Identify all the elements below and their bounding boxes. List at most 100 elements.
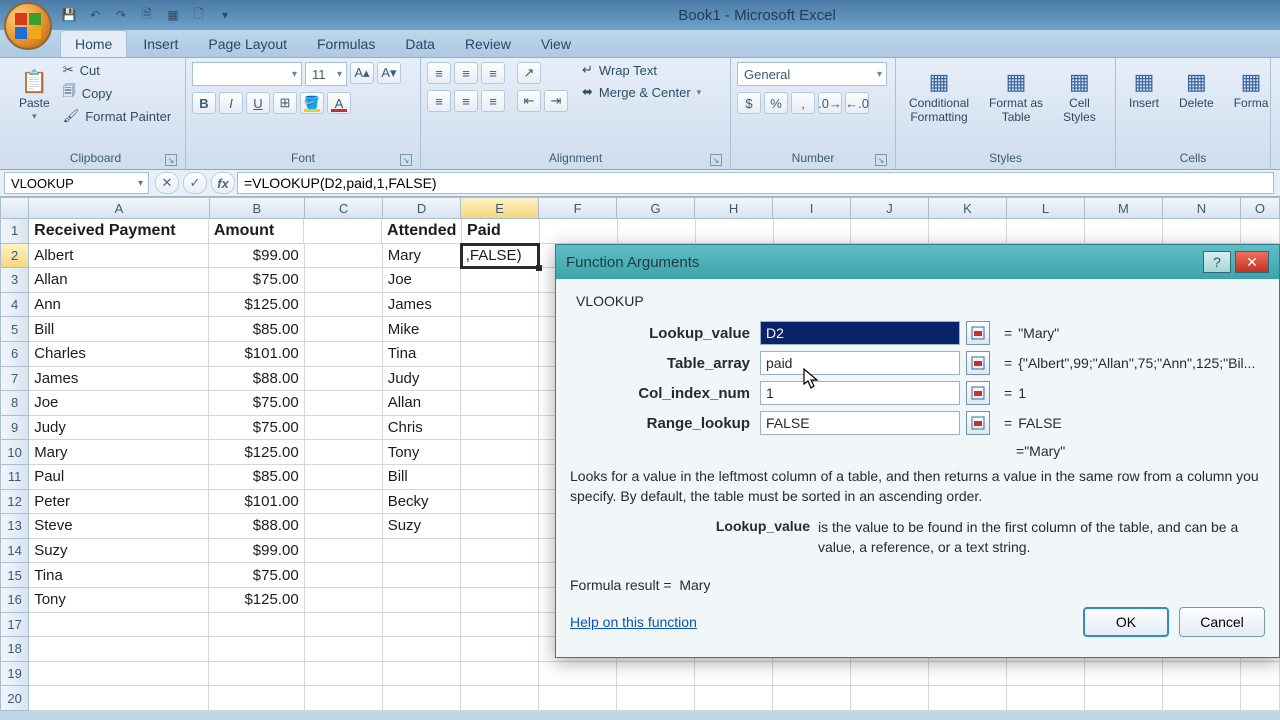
- arg-input[interactable]: D2: [760, 321, 960, 345]
- cell[interactable]: $125.00: [209, 588, 305, 613]
- row-header[interactable]: 1: [0, 219, 29, 244]
- cell[interactable]: [617, 662, 695, 687]
- col-header[interactable]: M: [1085, 197, 1163, 219]
- cell[interactable]: Joe: [383, 268, 461, 293]
- cell[interactable]: Suzy: [29, 539, 209, 564]
- cell[interactable]: Paid: [462, 219, 540, 244]
- cell[interactable]: $101.00: [209, 342, 305, 367]
- row-header[interactable]: 13: [0, 514, 29, 539]
- cell[interactable]: James: [383, 293, 461, 318]
- new-icon[interactable]: ▦: [164, 6, 182, 24]
- row-header[interactable]: 8: [0, 391, 29, 416]
- cell[interactable]: [305, 613, 383, 638]
- collapse-dialog-icon[interactable]: [966, 381, 990, 405]
- cell[interactable]: [1085, 219, 1163, 244]
- cell[interactable]: [304, 219, 382, 244]
- cell[interactable]: [305, 686, 383, 711]
- row-header[interactable]: 19: [0, 662, 29, 687]
- cell[interactable]: $75.00: [209, 391, 305, 416]
- col-header[interactable]: H: [695, 197, 773, 219]
- italic-button[interactable]: I: [219, 92, 243, 114]
- cell[interactable]: [929, 686, 1007, 711]
- cell[interactable]: [305, 317, 383, 342]
- cell[interactable]: [929, 662, 1007, 687]
- format-cells-button[interactable]: ▦Forma: [1227, 62, 1276, 116]
- cell[interactable]: [461, 686, 539, 711]
- cell[interactable]: [1241, 686, 1280, 711]
- cell[interactable]: [305, 416, 383, 441]
- row-header[interactable]: 4: [0, 293, 29, 318]
- cell[interactable]: Charles: [29, 342, 209, 367]
- cell[interactable]: [461, 342, 539, 367]
- cell[interactable]: $75.00: [209, 563, 305, 588]
- cell[interactable]: [461, 588, 539, 613]
- row-header[interactable]: 14: [0, 539, 29, 564]
- tab-home[interactable]: Home: [60, 30, 127, 57]
- cell[interactable]: [305, 367, 383, 392]
- cell[interactable]: Tina: [29, 563, 209, 588]
- cell[interactable]: [29, 637, 209, 662]
- save-icon[interactable]: 💾: [60, 6, 78, 24]
- cell[interactable]: James: [29, 367, 209, 392]
- col-header[interactable]: C: [305, 197, 383, 219]
- cell[interactable]: Received Payment: [29, 219, 209, 244]
- tab-page-layout[interactable]: Page Layout: [194, 31, 301, 57]
- redo-icon[interactable]: ↷: [112, 6, 130, 24]
- cell[interactable]: [461, 391, 539, 416]
- row-header[interactable]: 9: [0, 416, 29, 441]
- delete-cells-button[interactable]: ▦Delete: [1172, 62, 1221, 116]
- cell[interactable]: [383, 539, 461, 564]
- collapse-dialog-icon[interactable]: [966, 351, 990, 375]
- align-bottom-icon[interactable]: ≡: [481, 62, 505, 84]
- percent-icon[interactable]: %: [764, 92, 788, 114]
- cell[interactable]: [539, 662, 617, 687]
- office-button[interactable]: [4, 2, 52, 50]
- cell[interactable]: [1241, 219, 1280, 244]
- align-right-icon[interactable]: ≡: [481, 90, 505, 112]
- open-icon[interactable]: 🗋: [190, 6, 208, 24]
- tab-review[interactable]: Review: [451, 31, 525, 57]
- decrease-indent-icon[interactable]: ⇤: [517, 90, 541, 112]
- decrease-decimal-icon[interactable]: ←.0: [845, 92, 869, 114]
- tab-formulas[interactable]: Formulas: [303, 31, 389, 57]
- cell[interactable]: Suzy: [383, 514, 461, 539]
- cell[interactable]: Peter: [29, 490, 209, 515]
- cell[interactable]: [774, 219, 852, 244]
- select-all-corner[interactable]: [0, 197, 29, 219]
- cell[interactable]: [305, 662, 383, 687]
- row-header[interactable]: 17: [0, 613, 29, 638]
- cell[interactable]: Chris: [383, 416, 461, 441]
- cell[interactable]: [209, 637, 305, 662]
- cell[interactable]: [383, 637, 461, 662]
- borders-button[interactable]: ⊞: [273, 92, 297, 114]
- cell[interactable]: [540, 219, 618, 244]
- name-box[interactable]: VLOOKUP: [4, 172, 149, 194]
- cell[interactable]: [461, 268, 539, 293]
- cell[interactable]: Paul: [29, 465, 209, 490]
- cell[interactable]: [305, 514, 383, 539]
- col-header[interactable]: A: [29, 197, 209, 219]
- enter-formula-icon[interactable]: ✓: [183, 172, 207, 194]
- col-header[interactable]: E: [461, 197, 539, 219]
- col-header[interactable]: B: [210, 197, 306, 219]
- wrap-text-button[interactable]: ↵Wrap Text: [582, 62, 701, 78]
- cell[interactable]: [305, 588, 383, 613]
- cell[interactable]: [1163, 686, 1241, 711]
- tab-data[interactable]: Data: [391, 31, 449, 57]
- cell[interactable]: Tony: [383, 440, 461, 465]
- cell[interactable]: Allan: [29, 268, 209, 293]
- cell[interactable]: [461, 465, 539, 490]
- cell[interactable]: Amount: [209, 219, 304, 244]
- row-header[interactable]: 10: [0, 440, 29, 465]
- arg-input[interactable]: FALSE: [760, 411, 960, 435]
- cell[interactable]: $101.00: [209, 490, 305, 515]
- grow-font-icon[interactable]: A▴: [350, 62, 374, 84]
- comma-icon[interactable]: ,: [791, 92, 815, 114]
- close-icon[interactable]: ✕: [1235, 251, 1269, 273]
- help-link[interactable]: Help on this function: [570, 614, 697, 630]
- cell[interactable]: [305, 244, 383, 269]
- cell[interactable]: [1163, 219, 1241, 244]
- orientation-icon[interactable]: ↗: [517, 62, 541, 84]
- cancel-formula-icon[interactable]: ✕: [155, 172, 179, 194]
- align-top-icon[interactable]: ≡: [427, 62, 451, 84]
